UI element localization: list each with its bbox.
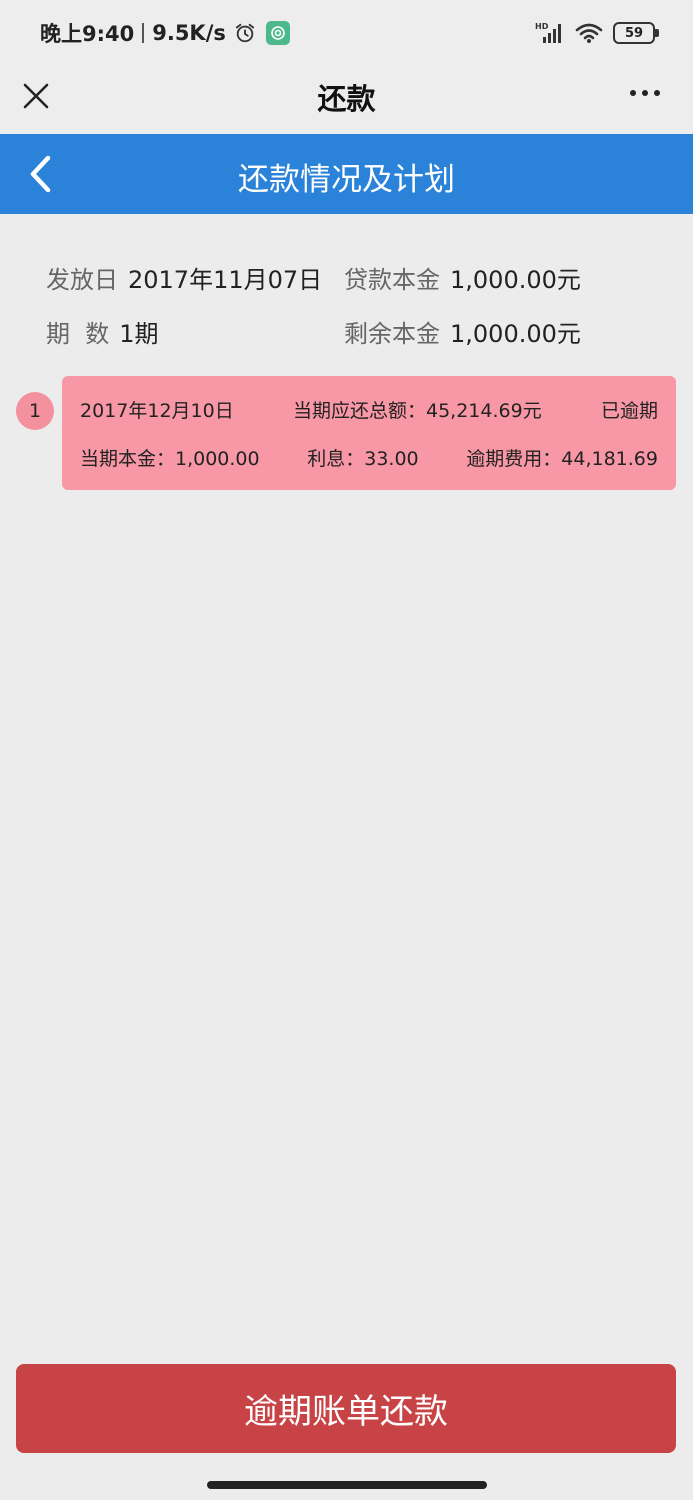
plan-overdue-fee: 逾期费用：44,181.69 [466, 447, 658, 470]
info-row: 期 数 1期 剩余本金 1,000.00元 [46, 304, 666, 358]
issue-date-value: 2017年11月07日 [128, 265, 323, 294]
signal-icon: HD [535, 22, 561, 43]
page-title: 还款 [317, 82, 376, 116]
more-icon [654, 90, 660, 96]
remaining-principal: 剩余本金 1,000.00元 [344, 314, 666, 349]
page-header: 还款情况及计划 [0, 134, 693, 214]
more-icon [630, 90, 636, 96]
status-time: 晚上9:40 [40, 22, 135, 46]
plan-item[interactable]: 1 2017年12月10日 当期应还总额：45,214.69元 已逾期 当期本金… [16, 376, 676, 490]
periods-value: 1期 [119, 319, 159, 348]
alarm-icon [235, 23, 255, 43]
issue-date: 发放日 2017年11月07日 [46, 260, 344, 295]
title-bar: 还款 [0, 64, 693, 134]
remaining-principal-label: 剩余本金 [344, 319, 440, 348]
loan-info: 发放日 2017年11月07日 贷款本金 1,000.00元 期 数 1期 剩余… [46, 250, 666, 358]
plan-row: 当期本金：1,000.00 利息：33.00 逾期费用：44,181.69 [80, 433, 658, 481]
plan-total-due: 当期应还总额：45,214.69元 [293, 399, 542, 422]
loan-principal-value: 1,000.00元 [450, 265, 581, 294]
plan-principal: 当期本金：1,000.00 [80, 447, 260, 470]
status-bar: 晚上9:40 9.5K/s HD 59 [0, 0, 693, 64]
more-button[interactable] [625, 78, 665, 108]
remaining-principal-value: 1,000.00元 [450, 319, 581, 348]
wifi-icon [575, 23, 603, 43]
plan-index-badge: 1 [16, 392, 54, 430]
periods: 期 数 1期 [46, 314, 344, 349]
status-net-speed: 9.5K/s [152, 21, 226, 45]
status-right: HD 59 [535, 20, 659, 46]
status-separator [142, 23, 145, 43]
overdue-repay-button[interactable]: 逾期账单还款 [16, 1364, 676, 1453]
plan-row: 2017年12月10日 当期应还总额：45,214.69元 已逾期 [80, 385, 658, 433]
plan-status: 已逾期 [600, 399, 658, 422]
app-notification-icon [265, 21, 290, 45]
loan-principal-label: 贷款本金 [344, 265, 440, 294]
issue-date-label: 发放日 [46, 265, 118, 294]
status-left: 晚上9:40 9.5K/s [40, 18, 290, 48]
more-icon [642, 90, 648, 96]
plan-due-date: 2017年12月10日 [80, 399, 234, 422]
plan-interest: 利息：33.00 [307, 447, 419, 470]
plan-card[interactable]: 2017年12月10日 当期应还总额：45,214.69元 已逾期 当期本金：1… [62, 376, 676, 490]
battery-icon: 59 [613, 22, 659, 44]
battery-tip [655, 29, 659, 37]
battery-level: 59 [613, 22, 655, 44]
signal-badge: HD [535, 22, 549, 31]
home-indicator[interactable] [207, 1481, 487, 1489]
info-row: 发放日 2017年11月07日 贷款本金 1,000.00元 [46, 250, 666, 304]
periods-label: 期 数 [46, 319, 110, 348]
header-title: 还款情况及计划 [238, 162, 455, 198]
loan-principal: 贷款本金 1,000.00元 [344, 260, 666, 295]
